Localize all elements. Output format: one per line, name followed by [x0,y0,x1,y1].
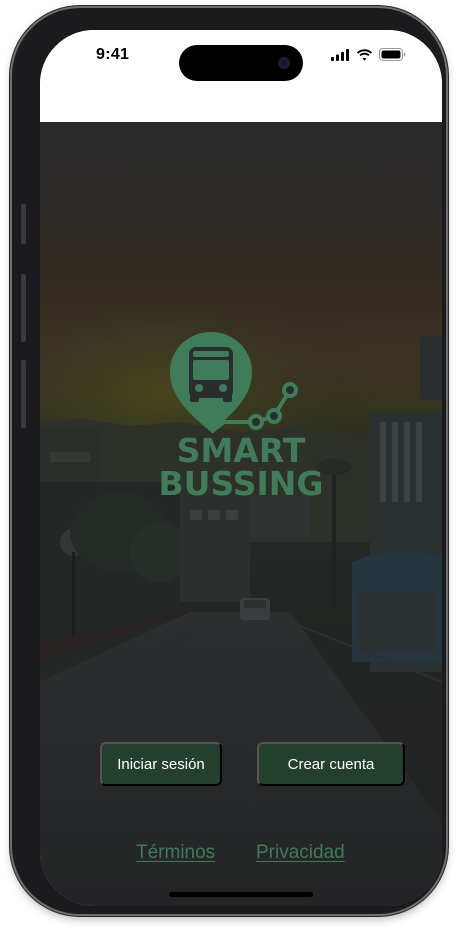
brand-wordmark: SMART BUSSING [140,434,342,500]
phone-screen: 9:41 SMART BUSSING Iniciar sesión Crear … [40,30,442,906]
volume-down-button [21,360,26,428]
volume-up-button [21,274,26,342]
status-icons [331,48,406,61]
terms-link[interactable]: Términos [136,842,215,864]
brand-line-2: BUSSING [158,464,324,503]
silent-switch [21,204,26,244]
cellular-signal-icon [331,48,349,61]
wifi-icon [357,48,372,61]
phone-frame: 9:41 SMART BUSSING Iniciar sesión Crear … [12,8,446,914]
street-background-image [40,302,442,906]
privacy-link[interactable]: Privacidad [256,842,345,864]
login-button[interactable]: Iniciar sesión [100,742,222,786]
status-time: 9:41 [96,46,130,63]
welcome-screen: SMART BUSSING Iniciar sesión Crear cuent… [40,122,442,906]
brand-line-1: SMART [176,431,306,470]
home-indicator[interactable] [169,892,313,897]
create-account-button[interactable]: Crear cuenta [257,742,405,786]
front-camera [278,57,290,69]
dynamic-island [179,45,303,81]
status-bar: 9:41 [40,30,442,122]
battery-icon [379,48,406,61]
